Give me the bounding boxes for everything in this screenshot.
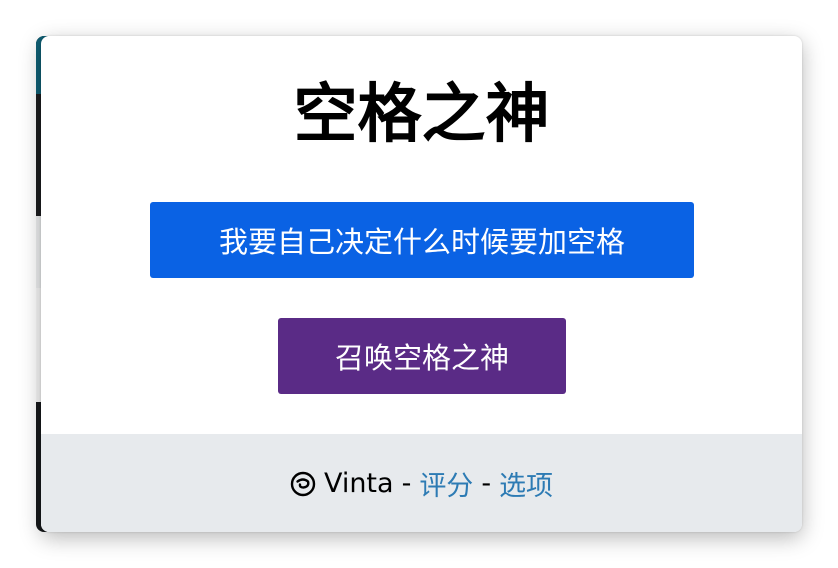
options-link[interactable]: 选项 (499, 464, 553, 503)
screen: 空格之神 我要自己决定什么时候要加空格 召唤空格之神 Vinta - 评分 - … (0, 0, 838, 568)
author-name: Vinta (323, 467, 394, 499)
footer-separator: - (401, 467, 412, 499)
popup-footer: Vinta - 评分 - 选项 (41, 434, 802, 532)
popup-title: 空格之神 (293, 78, 550, 152)
decide-spacing-myself-button[interactable]: 我要自己决定什么时候要加空格 (150, 202, 694, 278)
extension-popup: 空格之神 我要自己决定什么时候要加空格 召唤空格之神 Vinta - 评分 - … (41, 36, 802, 532)
footer-separator: - (481, 467, 492, 499)
vinta-swirl-icon (290, 471, 316, 497)
summon-spacing-god-button[interactable]: 召唤空格之神 (278, 318, 566, 394)
rate-link[interactable]: 评分 (419, 464, 473, 503)
